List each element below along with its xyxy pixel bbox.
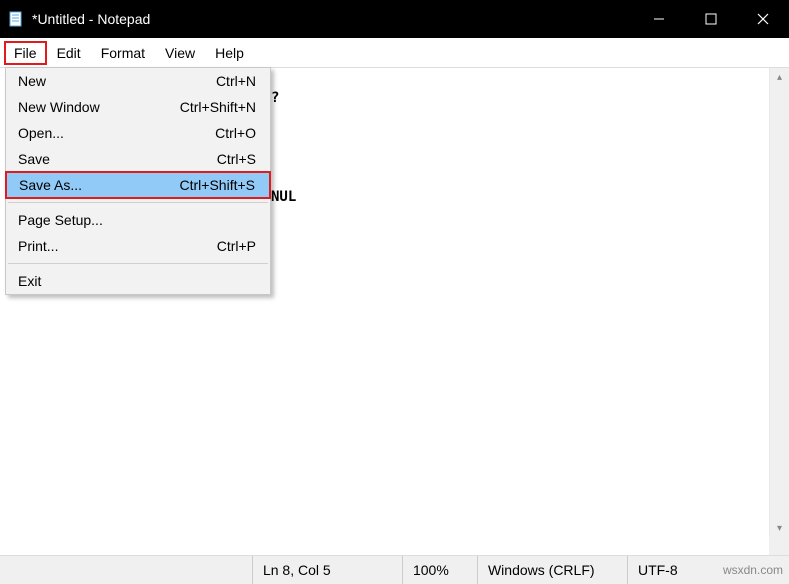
menu-item-new-window[interactable]: New Window Ctrl+Shift+N — [6, 94, 270, 120]
menu-format[interactable]: Format — [91, 41, 155, 65]
status-zoom: 100% — [402, 556, 477, 584]
menu-separator — [8, 263, 268, 264]
watermark: wsxdn.com — [717, 556, 789, 584]
file-menu-dropdown: New Ctrl+N New Window Ctrl+Shift+N Open.… — [5, 67, 271, 295]
status-empty — [0, 556, 252, 584]
menu-item-label: Save As... — [19, 177, 180, 193]
menu-item-new[interactable]: New Ctrl+N — [6, 68, 270, 94]
scroll-up-icon[interactable]: ▴ — [771, 68, 789, 86]
menu-item-shortcut: Ctrl+N — [216, 73, 256, 89]
scroll-down-icon[interactable]: ▾ — [771, 519, 789, 537]
titlebar: *Untitled - Notepad — [0, 0, 789, 38]
menu-help[interactable]: Help — [205, 41, 254, 65]
menubar: File Edit Format View Help — [0, 38, 789, 67]
menu-item-print[interactable]: Print... Ctrl+P — [6, 233, 270, 259]
notepad-icon — [8, 11, 24, 27]
close-button[interactable] — [737, 0, 789, 38]
statusbar: Ln 8, Col 5 100% Windows (CRLF) UTF-8 ws… — [0, 555, 789, 584]
vertical-scrollbar[interactable]: ▴ ▾ — [769, 68, 789, 537]
menu-item-shortcut: Ctrl+Shift+S — [180, 177, 255, 193]
window-title: *Untitled - Notepad — [32, 11, 633, 27]
menu-item-page-setup[interactable]: Page Setup... — [6, 207, 270, 233]
text-fragment-2: NUL — [271, 189, 296, 205]
maximize-button[interactable] — [685, 0, 737, 38]
menu-item-shortcut: Ctrl+Shift+N — [180, 99, 256, 115]
scrollbar-corner — [769, 537, 789, 555]
menu-edit[interactable]: Edit — [47, 41, 91, 65]
menu-item-label: Print... — [18, 238, 217, 254]
menu-separator — [8, 202, 268, 203]
menu-item-label: Exit — [18, 273, 256, 289]
menu-item-shortcut: Ctrl+P — [217, 238, 256, 254]
menu-view[interactable]: View — [155, 41, 205, 65]
minimize-button[interactable] — [633, 0, 685, 38]
menu-item-shortcut: Ctrl+O — [215, 125, 256, 141]
status-position: Ln 8, Col 5 — [252, 556, 402, 584]
menu-item-label: Open... — [18, 125, 215, 141]
menu-file[interactable]: File — [4, 41, 47, 65]
text-fragment-1: ? — [271, 90, 279, 106]
status-line-ending: Windows (CRLF) — [477, 556, 627, 584]
menu-item-label: New Window — [18, 99, 180, 115]
menu-item-open[interactable]: Open... Ctrl+O — [6, 120, 270, 146]
menu-item-shortcut: Ctrl+S — [217, 151, 256, 167]
status-encoding: UTF-8 — [627, 556, 717, 584]
menu-item-save-as[interactable]: Save As... Ctrl+Shift+S — [5, 171, 271, 199]
menu-item-label: Page Setup... — [18, 212, 256, 228]
menu-item-save[interactable]: Save Ctrl+S — [6, 146, 270, 172]
menu-item-exit[interactable]: Exit — [6, 268, 270, 294]
menu-item-label: New — [18, 73, 216, 89]
menu-item-label: Save — [18, 151, 217, 167]
